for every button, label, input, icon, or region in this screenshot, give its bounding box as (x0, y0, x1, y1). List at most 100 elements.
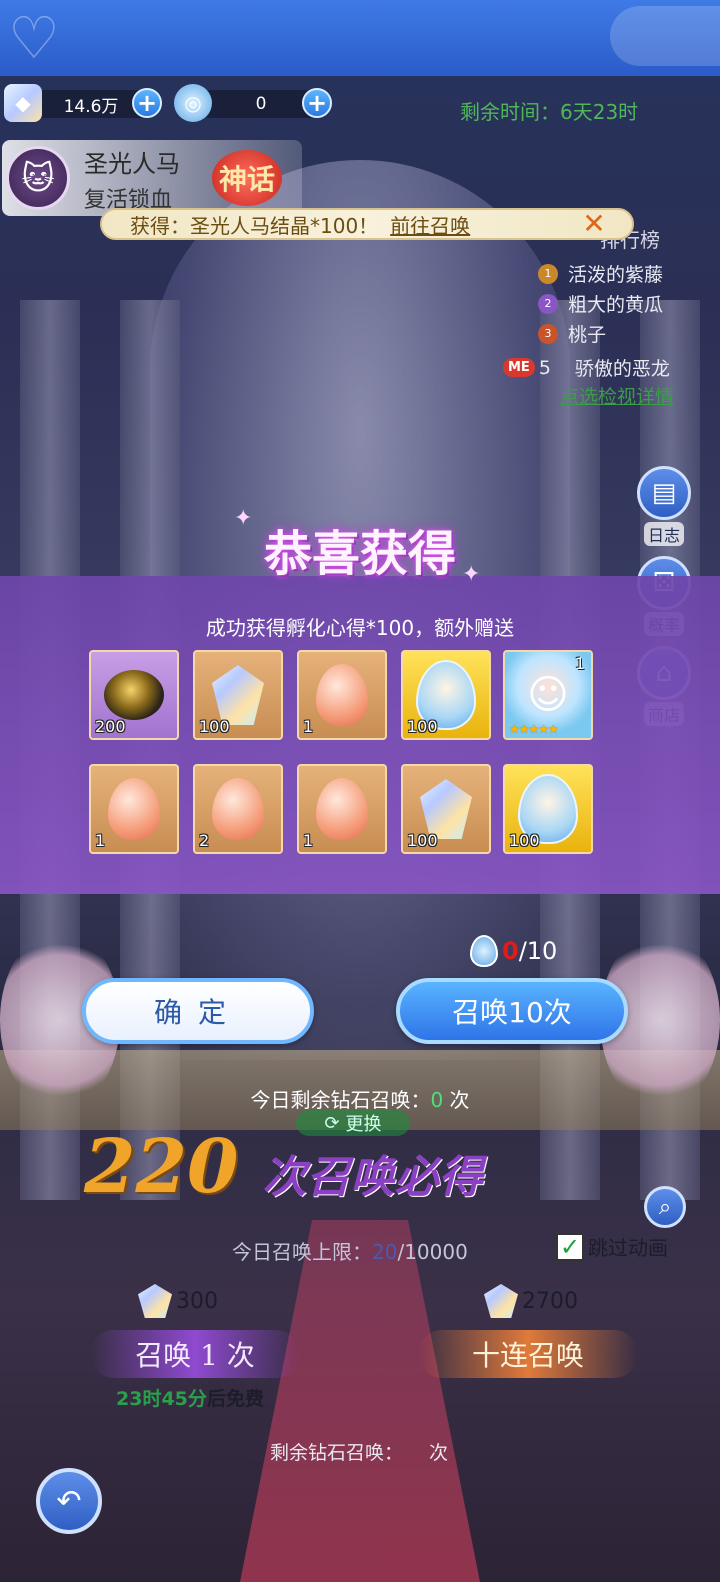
item-quantity: 100 (407, 831, 438, 850)
egg-ticket-icon (470, 935, 498, 967)
skip-animation-toggle[interactable]: ✓ 跳过动画 (556, 1232, 668, 1261)
cost-once: 300 (138, 1284, 218, 1318)
reward-item[interactable]: 1 (89, 764, 179, 854)
search-button[interactable]: ⌕ (644, 1186, 686, 1228)
rarity-badge: 神话 (212, 150, 282, 206)
log-label: 日志 (643, 522, 684, 546)
item-quantity: 2 (199, 831, 210, 850)
guarantee-text: 次召唤必得 (262, 1152, 483, 1203)
daily-limit: 今日召唤上限：20/10000 (232, 1236, 468, 1265)
reward-item[interactable]: ☺ 1 ★★★★★ (503, 650, 593, 740)
reward-item[interactable]: 1 (297, 650, 387, 740)
ticket-have: 0 (502, 937, 519, 965)
confirm-button[interactable]: 确定 (82, 978, 314, 1044)
reward-item[interactable]: 100 (193, 650, 283, 740)
cost-ten-value: 2700 (522, 1288, 578, 1314)
reward-item[interactable]: 2 (193, 764, 283, 854)
cloud-decoration (610, 6, 720, 66)
log-button[interactable]: ▤ 日志 (636, 466, 692, 546)
summon-ticket-count: 0/10 (470, 934, 557, 968)
rank-badge: 1 (538, 263, 558, 284)
remaining-time: 剩余时间：6天23时 (460, 100, 639, 124)
crystal-icon (212, 665, 264, 725)
summon-once-button[interactable]: 召唤 1 次 (90, 1330, 300, 1378)
ranking-item: 2 粗大的黄瓜 (538, 290, 663, 317)
summon-ten-button[interactable]: 十连召唤 (418, 1330, 638, 1378)
item-quantity: 100 (407, 717, 438, 736)
diamond-icon: ◆ (4, 84, 42, 122)
today-remaining-value: 0 (430, 1088, 444, 1112)
me-name: 骄傲的恶龙 (574, 358, 670, 380)
go-summon-link[interactable]: 前往召唤 (390, 210, 470, 239)
rank-badge: 2 (538, 293, 558, 314)
free-timer-suffix: 后免费 (206, 1388, 264, 1410)
item-quantity: 100 (509, 831, 540, 850)
ranking-item: 3 桃子 (538, 320, 606, 347)
diamond-icon (484, 1284, 518, 1318)
reward-notification: 获得：圣光人马结晶*100！ 前往召唤 (100, 208, 634, 240)
egg-amount: 0 (255, 94, 267, 114)
dark-gem-icon (104, 670, 164, 720)
egg-icon (316, 664, 368, 726)
star-rating: ★★★★★ (509, 722, 559, 736)
egg-icon (316, 778, 368, 840)
log-icon: ▤ (637, 466, 691, 520)
checkbox-checked-icon[interactable]: ✓ (556, 1232, 584, 1261)
remaining-diamond-suffix: 次 (429, 1442, 449, 1464)
item-quantity: 1 (303, 831, 314, 850)
diamond-amount: 14.6万 (63, 96, 119, 117)
crystal-icon (420, 779, 472, 839)
ranking-item: 1 活泼的紫藤 (538, 260, 663, 287)
reward-item[interactable]: 100 (401, 764, 491, 854)
diamond-icon (138, 1284, 172, 1318)
remaining-diamond-summons: 剩余钻石召唤： 次 (270, 1438, 448, 1465)
close-icon[interactable]: ✕ (580, 210, 608, 238)
item-quantity: 200 (95, 717, 126, 736)
character-name: 圣光人马 (84, 150, 180, 178)
today-remaining-label: 今日剩余钻石召唤： (250, 1088, 431, 1112)
skip-animation-label: 跳过动画 (588, 1236, 668, 1260)
today-remaining-summons: 今日剩余钻石召唤：0 次 (0, 1084, 720, 1113)
back-button[interactable]: ↶ (36, 1468, 102, 1534)
free-timer-value: 23时45分 (116, 1388, 207, 1410)
free-timer: 23时45分后免费 (116, 1384, 264, 1411)
ranking-me: ME 5 骄傲的恶龙 (503, 354, 670, 381)
item-quantity: 1 (303, 717, 314, 736)
egg-currency-icon: ◎ (174, 84, 212, 122)
modal-subtitle: 成功获得孵化心得*100，额外赠送 (205, 616, 515, 640)
remaining-diamond-label: 剩余钻石召唤： (270, 1442, 404, 1464)
reward-item[interactable]: 200 (89, 650, 179, 740)
ranking-name: 桃子 (568, 324, 607, 346)
add-egg-button[interactable]: + (302, 88, 332, 118)
guarantee-number: 220 (84, 1124, 239, 1210)
reward-item[interactable]: 1 (297, 764, 387, 854)
egg-icon (108, 778, 160, 840)
reward-item[interactable]: 100 (401, 650, 491, 740)
cost-once-value: 300 (176, 1288, 218, 1314)
ticket-need: /10 (518, 937, 558, 965)
daily-limit-label: 今日召唤上限： (232, 1240, 372, 1264)
ranking-name: 粗大的黄瓜 (568, 294, 664, 316)
daily-limit-current: 20 (372, 1240, 398, 1264)
modal-title: 恭喜获得 (263, 526, 456, 582)
reward-item[interactable]: 100 (503, 764, 593, 854)
me-rank: 5 (538, 356, 551, 379)
cost-ten: 2700 (484, 1284, 578, 1318)
guarantee-banner: 220 次召唤必得 (84, 1124, 483, 1210)
back-arrow-icon: ↶ (56, 1483, 82, 1519)
notification-text: 获得：圣光人马结晶*100！ (130, 213, 379, 238)
egg-icon (212, 778, 264, 840)
item-quantity: 1 (574, 654, 585, 673)
today-remaining-suffix: 次 (443, 1088, 470, 1112)
ranking-detail-link[interactable]: 点选检视详情 (560, 382, 674, 409)
character-avatar: 🐱 (6, 146, 70, 210)
search-icon: ⌕ (658, 1194, 672, 1220)
item-quantity: 100 (199, 717, 230, 736)
daily-limit-total: /10000 (397, 1240, 468, 1264)
ranking-name: 活泼的紫藤 (568, 264, 664, 286)
add-diamond-button[interactable]: + (132, 88, 162, 118)
red-carpet (240, 1220, 480, 1582)
summon-10-button[interactable]: 召唤10次 (396, 978, 628, 1044)
me-badge: ME (503, 358, 535, 377)
heart-logo-icon: ♡ (8, 4, 60, 72)
